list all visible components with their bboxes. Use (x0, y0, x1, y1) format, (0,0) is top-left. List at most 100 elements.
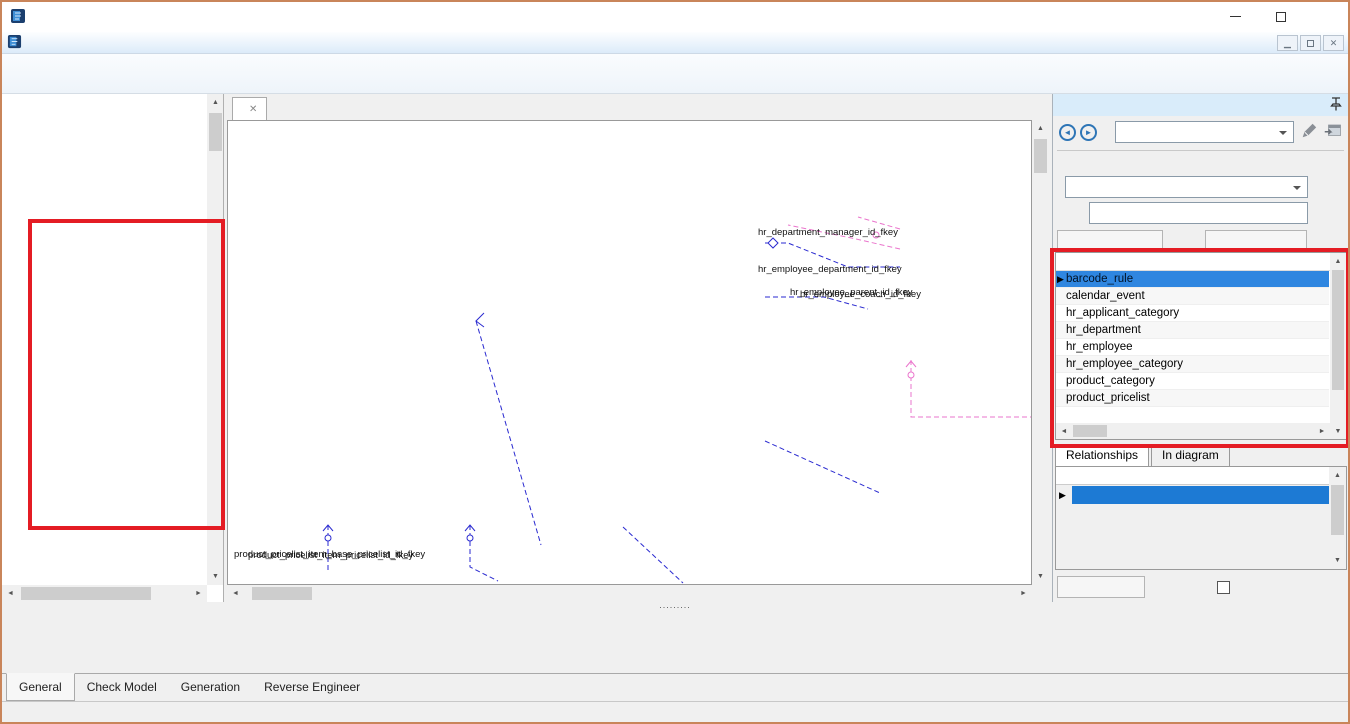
list-horizontal-scrollbar[interactable]: ◄ ► (1056, 423, 1330, 439)
table-caption-row-hr_employee_category[interactable]: hr_employee_category (1056, 356, 1329, 373)
scroll-down-icon[interactable]: ▼ (1032, 568, 1049, 585)
display-objects-select[interactable] (1065, 176, 1308, 198)
mdi-restore-icon (1307, 40, 1314, 47)
search-input[interactable] (1089, 202, 1308, 224)
title-bar (2, 2, 1348, 32)
maximize-button[interactable] (1258, 2, 1303, 31)
table-caption-row-calendar_event[interactable]: calendar_event (1056, 288, 1329, 305)
grid-vertical-scrollbar[interactable]: ▲ ▼ (1329, 467, 1346, 569)
scroll-right-icon[interactable]: ► (190, 585, 207, 602)
collapse-panel-button[interactable] (1057, 576, 1145, 598)
table-caption-row-hr_employee[interactable]: hr_employee (1056, 339, 1329, 356)
clear-search-button[interactable] (1205, 230, 1307, 252)
document-icon (7, 34, 22, 52)
chevron-down-icon (1279, 131, 1287, 135)
table-caption-row-hr_department[interactable]: hr_department (1056, 322, 1329, 339)
app-icon (10, 8, 26, 27)
canvas-horizontal-scrollbar[interactable]: ◄ ► (227, 585, 1032, 602)
horizontal-splitter[interactable]: ......... (2, 602, 1348, 613)
relationship-label: hr_employee_coach_id_fkey (800, 289, 921, 300)
scroll-up-icon[interactable]: ▲ (1032, 120, 1049, 137)
tab-close-icon[interactable]: ✕ (249, 104, 257, 115)
scroll-down-icon[interactable]: ▼ (1329, 552, 1346, 569)
sidebar-vertical-scrollbar[interactable]: ▲ ▼ (207, 94, 224, 585)
table-caption-row-hr_applicant_category[interactable]: hr_applicant_category (1056, 305, 1329, 322)
relationships-tabs: RelationshipsIn diagram (1055, 444, 1232, 466)
chevron-down-icon (1293, 186, 1301, 190)
tab-relationships[interactable]: Relationships (1055, 444, 1149, 466)
tab-in-diagram[interactable]: In diagram (1151, 444, 1230, 466)
list-vertical-scrollbar[interactable]: ▲ ▼ (1330, 253, 1346, 439)
tab-all-items[interactable]: ✕ (232, 97, 267, 120)
diagram-tabstrip: ✕ (224, 94, 1052, 120)
relationship-label: hr_department_manager_id_fkey (758, 227, 898, 238)
scroll-up-icon[interactable]: ▲ (207, 94, 224, 111)
counts-row (1059, 156, 1342, 172)
diagram-canvas[interactable]: hr_department_manager_id_fkey hr_employee… (227, 120, 1032, 585)
list-header (1056, 253, 1346, 271)
scroll-thumb[interactable] (209, 113, 222, 151)
scroll-right-icon[interactable]: ► (1314, 423, 1330, 439)
hide-objects-checkbox[interactable] (1217, 581, 1230, 594)
table-caption-row-product_pricelist[interactable]: product_pricelist (1056, 390, 1329, 407)
mdi-minimize-button[interactable]: ▁ (1277, 35, 1298, 51)
relationship-lines (228, 121, 1032, 585)
relationship-label: product_pricelist_item_pricelist_id_fkey (248, 550, 413, 561)
data-model-browser-panel: ◄ ► (1052, 94, 1348, 602)
bottom-tab-reverse-engineer[interactable]: Reverse Engineer (252, 674, 372, 701)
selected-relationship-row[interactable] (1072, 486, 1329, 504)
scroll-up-icon[interactable]: ▲ (1330, 253, 1346, 269)
search-row (1059, 202, 1308, 224)
bottom-tab-generation[interactable]: Generation (169, 674, 252, 701)
minimize-button[interactable] (1213, 2, 1258, 31)
scroll-thumb[interactable] (1331, 485, 1344, 535)
table-caption-row-product_category[interactable]: product_category (1056, 373, 1329, 390)
scroll-thumb[interactable] (252, 587, 312, 600)
bottom-tab-check-model[interactable]: Check Model (75, 674, 169, 701)
scroll-right-icon[interactable]: ► (1015, 585, 1032, 602)
menu-bar: ▁ ✕ (2, 32, 1348, 54)
table-caption-row-barcode_rule[interactable]: barcode_rule (1056, 271, 1329, 288)
panel-header (1053, 94, 1348, 116)
edit-pencil-icon[interactable] (1300, 122, 1318, 143)
selected-row-marker: ▶ (1057, 274, 1064, 285)
back-icon[interactable]: ◄ (1059, 124, 1076, 141)
maximize-icon (1276, 12, 1286, 22)
mdi-close-button[interactable]: ✕ (1323, 35, 1344, 51)
advanced-search-button[interactable] (1057, 230, 1163, 252)
toolbar (2, 54, 1348, 94)
diagram-area: ✕ (224, 94, 1052, 602)
display-objects-row (1059, 176, 1308, 198)
status-bar (2, 701, 1348, 722)
pin-icon[interactable] (1330, 97, 1342, 114)
bottom-tabs: GeneralCheck ModelGenerationReverse Engi… (2, 673, 1348, 701)
forward-icon[interactable]: ► (1080, 124, 1097, 141)
scroll-down-icon[interactable]: ▼ (207, 568, 224, 585)
bottom-tab-general[interactable]: General (6, 673, 75, 701)
scroll-thumb[interactable] (21, 587, 151, 600)
canvas-vertical-scrollbar[interactable]: ▲ ▼ (1032, 120, 1049, 585)
mdi-controls: ▁ ✕ (1277, 35, 1344, 51)
sidebar-horizontal-scrollbar[interactable]: ◄ ► (2, 585, 207, 602)
caption-column-header (1056, 467, 1346, 485)
table-caption-list: barcode_rulecalendar_eventhr_applicant_c… (1055, 252, 1347, 440)
scroll-up-icon[interactable]: ▲ (1329, 467, 1346, 484)
scroll-down-icon[interactable]: ▼ (1330, 423, 1346, 439)
selected-row-marker: ▶ (1059, 490, 1066, 501)
scroll-thumb[interactable] (1332, 270, 1344, 390)
hide-objects-row (1217, 578, 1346, 596)
scroll-thumb[interactable] (1034, 139, 1047, 173)
scroll-left-icon[interactable]: ◄ (227, 585, 244, 602)
scroll-thumb[interactable] (1073, 425, 1107, 437)
main-area: ▲ ▼ ◄ ► ✕ (2, 94, 1348, 602)
scroll-left-icon[interactable]: ◄ (1056, 423, 1072, 439)
locate-in-diagram-icon[interactable] (1324, 122, 1342, 143)
scroll-left-icon[interactable]: ◄ (2, 585, 19, 602)
workspace-tree (2, 98, 207, 585)
close-button[interactable] (1303, 2, 1348, 31)
divider (1057, 150, 1344, 151)
relationship-label: hr_employee_department_id_fkey (758, 264, 902, 275)
mdi-restore-button[interactable] (1300, 35, 1321, 51)
table-select[interactable] (1115, 121, 1294, 143)
app-window: ▁ ✕ ▲ ▼ ◄ ► (0, 0, 1350, 724)
